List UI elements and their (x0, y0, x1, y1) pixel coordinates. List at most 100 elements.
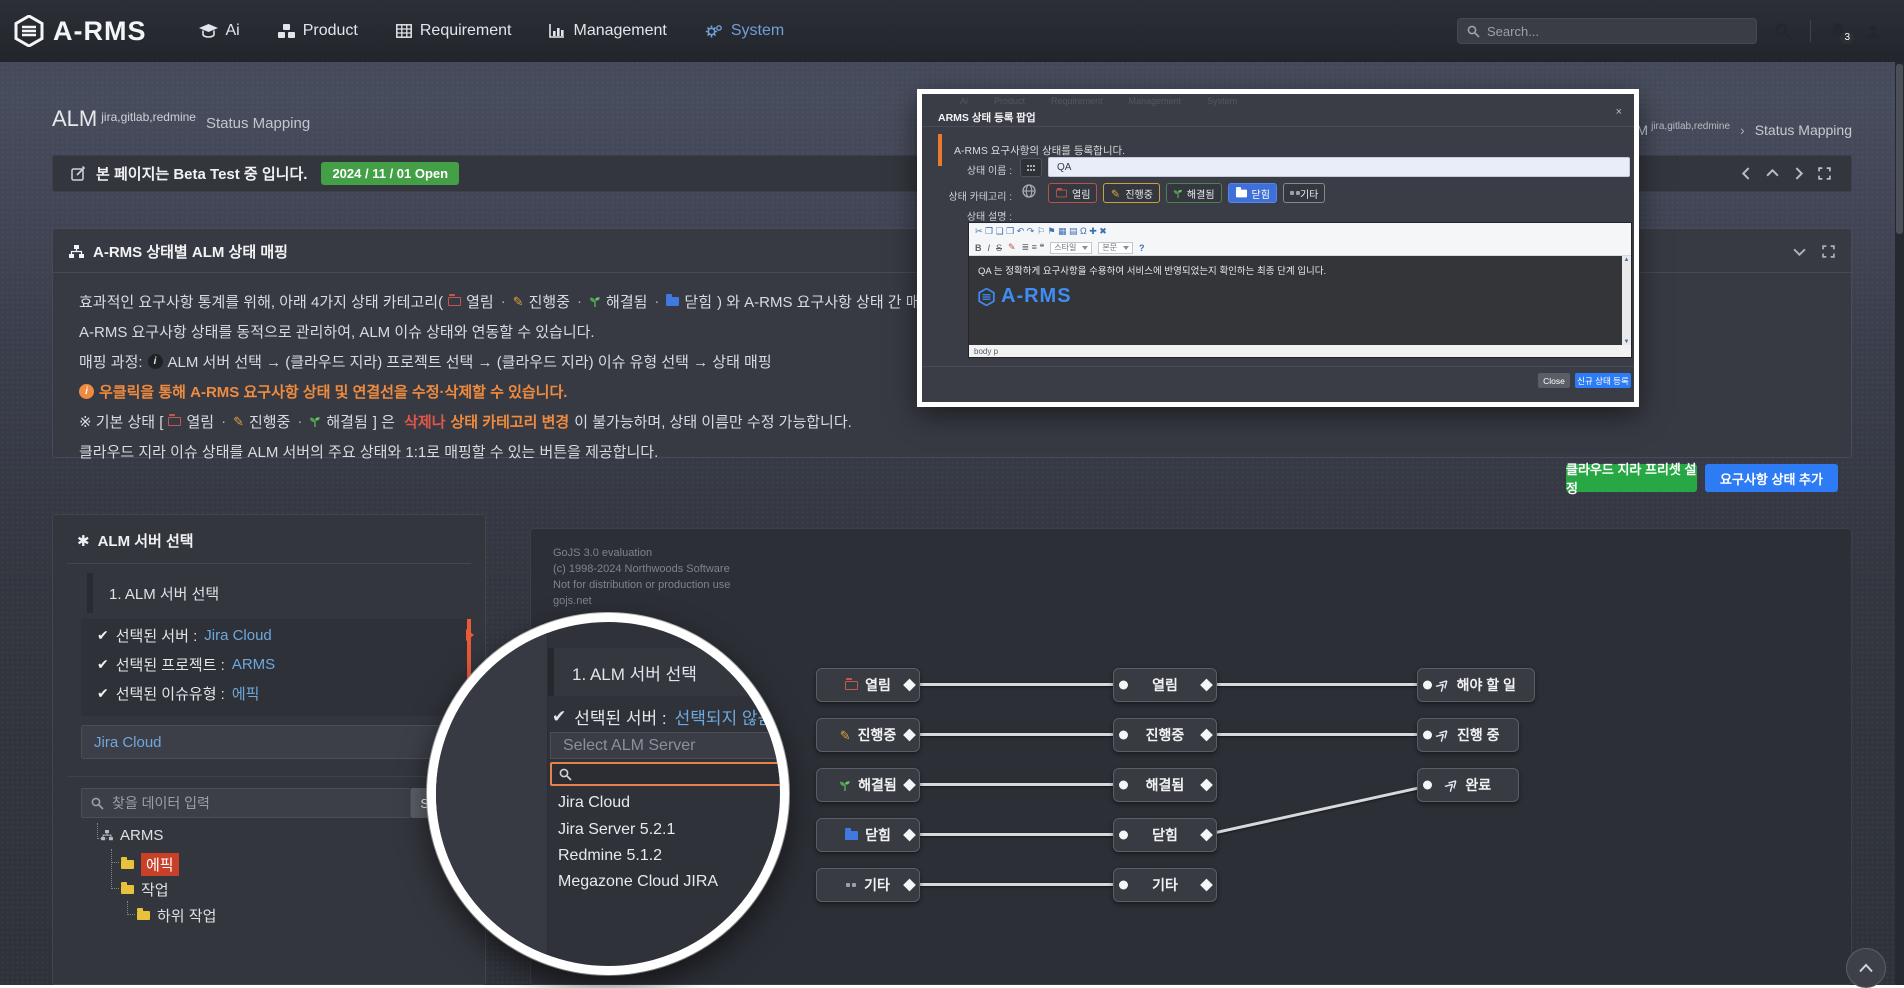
sidebar-step-title: 1. ALM 서버 선택 (87, 573, 473, 613)
category-etc-button[interactable]: 기타 (1283, 183, 1325, 203)
port-circle (1423, 731, 1432, 740)
tree-node-label-selected: 에픽 (141, 853, 179, 876)
editor-text: QA 는 정확하게 요구사항을 수용하여 서비스에 반영되었는지 확인하는 최종… (978, 263, 1622, 277)
magnified-search-input[interactable] (550, 762, 789, 786)
bold-icon[interactable]: B (975, 243, 982, 253)
editor-scrollbar[interactable]: ▲▼ (1622, 256, 1631, 346)
editor-path-bar[interactable]: body p (969, 345, 1631, 357)
seedling-icon (309, 415, 321, 428)
server-option-redmine[interactable]: Redmine 5.1.2 (558, 847, 662, 865)
selected-server-value[interactable]: Jira Cloud (204, 627, 272, 644)
node-arms-etc[interactable]: 기타 (816, 868, 920, 902)
collapse-chevron-icon[interactable] (1793, 245, 1806, 258)
selected-project-value[interactable]: ARMS (232, 656, 275, 673)
menu-label: Ai (226, 22, 240, 40)
italic-icon[interactable]: I (988, 243, 991, 253)
expand-icon[interactable] (1818, 167, 1831, 180)
menu-item-management[interactable]: Management (549, 22, 666, 40)
node-jira-todo[interactable]: ≫ 해야 할 일 (1417, 668, 1535, 702)
page-title-superscript: jira,gitlab,redmine (101, 110, 196, 124)
tree-node-task[interactable]: 작업 (121, 879, 169, 900)
beta-message: 본 페이지는 Beta Test 중 입니다. (96, 163, 307, 184)
link-progress[interactable] (910, 733, 1121, 736)
text-color-icon[interactable]: ✎ (1008, 242, 1016, 253)
chevron-right-icon[interactable] (1792, 167, 1805, 180)
link-resolved[interactable] (910, 783, 1121, 786)
check-icon: ✔ (552, 707, 566, 727)
server-option-megazone[interactable]: Megazone Cloud JIRA (558, 873, 718, 891)
chevron-left-icon[interactable] (1740, 167, 1753, 180)
divider (1810, 20, 1811, 42)
search-icon-secondary[interactable] (1775, 23, 1792, 40)
category-closed-button[interactable]: 닫힘 (1228, 183, 1277, 203)
modal-submit-button[interactable]: 신규 상태 등록 (1575, 373, 1631, 388)
add-status-button[interactable]: 요구사항 상태 추가 (1705, 464, 1838, 492)
fullscreen-icon[interactable] (1822, 245, 1835, 258)
strike-icon[interactable]: S (996, 243, 1002, 253)
list-icons[interactable]: ≣ ≡ ❝ (1022, 242, 1045, 253)
modal-close-button[interactable]: Close (1538, 373, 1570, 388)
scroll-to-top-button[interactable] (1846, 948, 1886, 988)
category-resolved-button[interactable]: 해결됨 (1166, 183, 1222, 203)
check-icon: ✔ (97, 656, 109, 673)
tree-search-input[interactable]: 찾을 데이터 입력 (81, 788, 411, 818)
menu-item-ai[interactable]: Ai (199, 22, 240, 40)
selected-project-row: ✔ 선택된 프로젝트 : ARMS (81, 651, 467, 677)
node-status-progress[interactable]: 진행중 (1113, 718, 1217, 752)
selected-issue-value[interactable]: 에픽 (232, 683, 260, 704)
category-progress-button[interactable]: ✎ 진행중 (1103, 183, 1160, 203)
link-closed[interactable] (910, 833, 1121, 836)
node-arms-resolved[interactable]: 해결됨 (816, 768, 920, 802)
node-arms-closed[interactable]: 닫힘 (816, 818, 920, 852)
format-select[interactable]: 본문 (1098, 242, 1133, 254)
link-open[interactable] (910, 683, 1121, 686)
search-input[interactable]: Search... (1457, 18, 1757, 44)
toolbar-icons: ✂ ❐ ❏ ❒ ↶ ↷ ⚐ ⚑ ▦ ▤ Ω ✚ ✖ (975, 226, 1107, 237)
node-arms-open[interactable]: 열림 (816, 668, 920, 702)
tree-node-subtask[interactable]: 하위 작업 (137, 905, 216, 926)
menu-item-product[interactable]: Product (278, 22, 358, 40)
rich-text-editor: ✂ ❐ ❏ ❒ ↶ ↷ ⚐ ⚑ ▦ ▤ Ω ✚ ✖ B I S ✎ ≣ ≡ ❝ … (968, 222, 1632, 358)
server-option-jira-cloud[interactable]: Jira Cloud (558, 794, 630, 812)
modal-ghost-navbar: AiProduct RequirementManagement System (960, 96, 1237, 106)
node-status-resolved[interactable]: 해결됨 (1113, 768, 1217, 802)
notifications-bell-icon[interactable]: 3 (1829, 22, 1847, 40)
status-name-input[interactable]: QA (1048, 157, 1630, 177)
tree-root-node[interactable]: ARMS (101, 827, 163, 844)
magnified-server-dropdown[interactable]: Select ALM Server (550, 732, 789, 759)
node-jira-inprogress[interactable]: ≫ 진행 중 (1417, 718, 1519, 752)
menu-label: Management (573, 22, 666, 40)
server-option-jira-server[interactable]: Jira Server 5.2.1 (558, 821, 675, 839)
seedling-icon (839, 779, 851, 792)
category-open-button[interactable]: 열림 (1048, 183, 1097, 203)
link-progress-inprogress[interactable] (1207, 733, 1425, 736)
jira-arrows-icon: ≫ (1433, 725, 1454, 746)
style-select[interactable]: 스타일 (1050, 242, 1092, 254)
menu-item-requirement[interactable]: Requirement (396, 22, 512, 40)
info-circle-icon: i (148, 354, 163, 369)
close-icon[interactable]: × (1616, 106, 1622, 118)
tree-node-epic[interactable]: 에픽 (121, 853, 179, 876)
scrollbar-thumb[interactable] (1896, 64, 1903, 234)
chevron-up-icon[interactable] (1766, 167, 1779, 180)
toolbar-row-2[interactable]: B I S ✎ ≣ ≡ ❝ 스타일 본문 ? (969, 239, 1631, 255)
editor-content[interactable]: QA 는 정확하게 요구사항을 수용하여 서비스에 반영되었는지 확인하는 최종… (969, 256, 1631, 346)
link-etc[interactable] (910, 883, 1121, 886)
status-category-label: 상태 카테고리 : (932, 188, 1012, 203)
node-arms-progress[interactable]: ✎ 진행중 (816, 718, 920, 752)
menu-item-system[interactable]: System (705, 22, 784, 40)
grid-dots-icon-button[interactable] (1020, 158, 1042, 177)
node-jira-done[interactable]: ≫ 완료 (1417, 768, 1519, 802)
app-logo[interactable]: A-RMS (14, 15, 147, 47)
node-status-etc[interactable]: 기타 (1113, 868, 1217, 902)
node-status-open[interactable]: 열림 (1113, 668, 1217, 702)
help-icon[interactable]: ? (1139, 243, 1145, 253)
link-open-todo[interactable] (1207, 683, 1425, 686)
toolbar-row-1[interactable]: ✂ ❐ ❏ ❒ ↶ ↷ ⚐ ⚑ ▦ ▤ Ω ✚ ✖ (969, 223, 1631, 239)
page-scrollbar[interactable] (1895, 62, 1904, 985)
server-select-dropdown[interactable]: Jira Cloud (81, 725, 471, 759)
user-profile-icon[interactable] (1865, 23, 1882, 40)
jira-preset-button[interactable]: 클라우드 지라 프리셋 설정 (1566, 464, 1697, 492)
gojs-watermark: GoJS 3.0 evaluation (c) 1998-2024 Northw… (553, 545, 730, 609)
node-status-closed[interactable]: 닫힘 (1113, 818, 1217, 852)
